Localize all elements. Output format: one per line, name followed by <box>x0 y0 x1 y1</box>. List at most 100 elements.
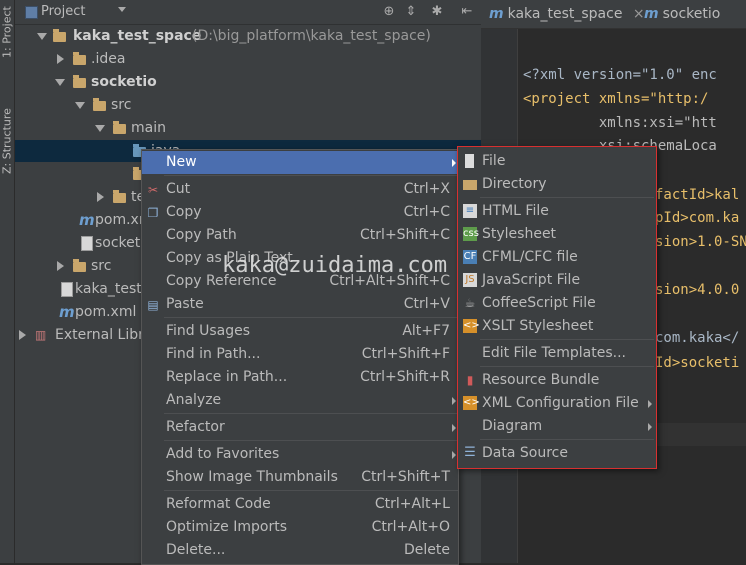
menu-item-refactor[interactable]: Refactor <box>142 416 458 439</box>
expand-arrow-icon[interactable] <box>95 125 105 132</box>
menu-item-find-usages[interactable]: Find Usages Alt+F7 <box>142 320 458 343</box>
watermark-text: kaka@zuidaima.com <box>222 253 448 278</box>
resource-bundle-icon: ▮ <box>466 373 474 387</box>
tab-socketio[interactable]: m socketio <box>644 0 720 28</box>
submenu-arrow-icon <box>648 423 652 431</box>
menu-item-new[interactable]: New <box>142 151 458 174</box>
tab-kaka-test-space[interactable]: m kaka_test_space × <box>489 0 645 28</box>
tree-node-label: main <box>131 120 166 136</box>
chevron-down-icon[interactable] <box>118 7 126 12</box>
expand-arrow-icon[interactable] <box>55 79 65 86</box>
project-panel-header: Project ⊕ ⇕ ✱ ⇤ <box>15 0 481 25</box>
menu-separator <box>164 440 458 441</box>
menu-item-copy[interactable]: ❐ Copy Ctrl+C <box>142 201 458 224</box>
menu-item-delete[interactable]: Delete... Delete <box>142 539 458 562</box>
tree-node-label: src <box>111 97 132 113</box>
file-icon <box>81 236 93 251</box>
expand-arrow-icon[interactable] <box>37 33 47 40</box>
xslt-file-icon: <> <box>463 319 480 333</box>
submenu-item-file[interactable]: File <box>458 150 656 173</box>
target-icon[interactable]: ⊕ <box>381 4 397 20</box>
coffeescript-icon: ☕ <box>464 296 476 310</box>
menu-separator <box>164 317 458 318</box>
maven-icon: m <box>59 303 75 321</box>
submenu-item-xslt-stylesheet[interactable]: <> XSLT Stylesheet <box>458 315 656 338</box>
menu-item-analyze[interactable]: Analyze <box>142 389 458 412</box>
menu-separator <box>480 366 654 367</box>
code-line-10: Id>socketi <box>655 355 740 371</box>
html-file-icon: ≡ <box>463 204 477 218</box>
menu-item-cut[interactable]: ✂ Cut Ctrl+X <box>142 178 458 201</box>
menu-separator <box>164 175 458 176</box>
menu-item-replace-in-path[interactable]: Replace in Path... Ctrl+Shift+R <box>142 366 458 389</box>
database-icon: ☰ <box>464 445 476 460</box>
expand-arrow-icon[interactable] <box>57 54 64 64</box>
tree-node-label: src <box>91 258 112 274</box>
tree-node-label: kaka_test_space <box>73 28 202 44</box>
file-icon <box>61 282 73 297</box>
tree-node-label: pom.xr <box>95 212 145 228</box>
scissors-icon: ✂ <box>147 183 159 197</box>
folder-icon <box>73 52 86 65</box>
submenu-item-diagram[interactable]: Diagram <box>458 415 656 438</box>
menu-item-show-image-thumbnails[interactable]: Show Image Thumbnails Ctrl+Shift+T <box>142 466 458 489</box>
menu-separator <box>480 339 654 340</box>
copy-icon: ❐ <box>147 206 159 220</box>
submenu-item-html-file[interactable]: ≡ HTML File <box>458 200 656 223</box>
menu-item-reformat-code[interactable]: Reformat Code Ctrl+Alt+L <box>142 493 458 516</box>
editor-tab-bar: m kaka_test_space × m socketio <box>481 0 746 29</box>
menu-separator <box>480 439 654 440</box>
menu-item-add-to-favorites[interactable]: Add to Favorites <box>142 443 458 466</box>
submenu-item-data-source[interactable]: ☰ Data Source <box>458 442 656 465</box>
menu-item-copy-path[interactable]: Copy Path Ctrl+Shift+C <box>142 224 458 247</box>
code-line-8: sion>4.0.0 <box>655 282 740 298</box>
expand-arrow-icon[interactable] <box>57 261 64 271</box>
submenu-item-stylesheet[interactable]: css Stylesheet <box>458 223 656 246</box>
expand-arrow-icon[interactable] <box>19 330 26 340</box>
gear-icon[interactable]: ✱ <box>429 4 445 20</box>
paste-icon: ▤ <box>147 298 159 312</box>
menu-item-optimize-imports[interactable]: Optimize Imports Ctrl+Alt+O <box>142 516 458 539</box>
maven-icon: m <box>79 211 95 229</box>
submenu-arrow-icon <box>452 397 456 405</box>
folder-icon <box>73 259 86 272</box>
tree-node-label: External Libra <box>55 327 153 343</box>
code-line-7: sion>1.0-SN <box>655 234 746 250</box>
tab-project-toolwindow[interactable]: 1: Project <box>0 0 14 64</box>
submenu-item-directory[interactable]: Directory <box>458 173 656 196</box>
javascript-file-icon: JS <box>463 273 477 287</box>
submenu-item-coffeescript-file[interactable]: ☕ CoffeeScript File <box>458 292 656 315</box>
submenu-arrow-icon <box>452 159 456 167</box>
menu-item-paste[interactable]: ▤ Paste Ctrl+V <box>142 293 458 316</box>
new-submenu: File Directory ≡ HTML File css Stylesheet … <box>457 146 657 469</box>
expand-arrow-icon[interactable] <box>75 102 85 109</box>
tree-node-label: kaka_test_ <box>75 281 149 297</box>
context-menu: New ✂ Cut Ctrl+X ❐ Copy Ctrl+C Copy Path Ctrl… <box>141 149 459 565</box>
submenu-item-resource-bundle[interactable]: ▮ Resource Bundle <box>458 369 656 392</box>
submenu-item-xml-configuration-file[interactable]: <> XML Configuration File <box>458 392 656 415</box>
submenu-arrow-icon <box>648 400 652 408</box>
submenu-item-edit-file-templates[interactable]: Edit File Templates... <box>458 342 656 365</box>
submenu-arrow-icon <box>452 424 456 432</box>
tab-label: kaka_test_space <box>507 6 623 22</box>
expand-arrow-icon[interactable] <box>97 192 104 202</box>
code-line-1: <?xml version="1.0" enc <box>523 67 717 83</box>
tool-window-strip: 1: Project Z: Structure <box>0 0 15 563</box>
menu-separator <box>164 490 458 491</box>
tree-node-label: socketi <box>95 235 145 251</box>
project-panel-title[interactable]: Project <box>41 4 85 19</box>
folder-icon <box>93 98 106 111</box>
folder-icon <box>113 121 126 134</box>
close-icon[interactable]: × <box>633 6 645 22</box>
submenu-item-javascript-file[interactable]: JS JavaScript File <box>458 269 656 292</box>
collapse-all-icon[interactable]: ⇕ <box>403 4 419 20</box>
library-icon: ▥ <box>35 328 47 342</box>
tree-node-label: socketio <box>91 74 157 90</box>
tree-node-label: pom.xml <box>75 304 137 320</box>
menu-item-find-in-path[interactable]: Find in Path... Ctrl+Shift+F <box>142 343 458 366</box>
code-line-2: <project xmlns="http:/ <box>523 91 709 107</box>
code-line-5: factId>kal <box>655 187 740 203</box>
hide-panel-icon[interactable]: ⇤ <box>459 4 475 20</box>
submenu-item-cfml-file[interactable]: CF CFML/CFC file <box>458 246 656 269</box>
tab-structure-toolwindow[interactable]: Z: Structure <box>0 96 14 186</box>
